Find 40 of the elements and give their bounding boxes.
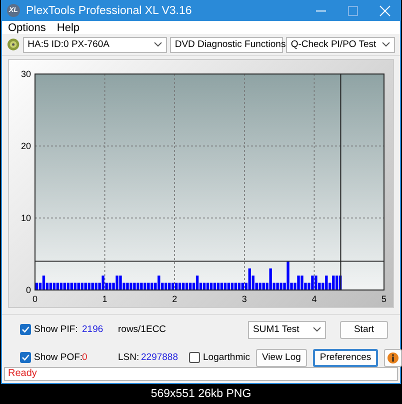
y-tick-label: 0 (26, 284, 31, 295)
close-button[interactable] (379, 4, 391, 17)
mode-dropdown[interactable]: SUM1 Test (248, 320, 326, 339)
info-icon (387, 352, 400, 364)
x-tick-label: 4 (312, 294, 317, 304)
caret-icon (382, 42, 390, 48)
y-tick-label: 30 (20, 68, 31, 79)
x-tick-label: 1 (102, 294, 108, 304)
x-tick-label: 3 (242, 294, 247, 304)
lsn-label: LSN: (118, 352, 140, 364)
checkbox[interactable] (20, 324, 31, 336)
test-dropdown[interactable]: Q-Check PI/PO Test (286, 36, 395, 53)
pof-value: 0 (82, 352, 88, 364)
x-tick-label: 2 (172, 294, 178, 304)
menu-item[interactable]: Options (8, 22, 46, 34)
status-bar: Ready (4, 366, 398, 381)
checkbox-label: Show PIF: (34, 324, 78, 336)
x-tick-label: 0 (32, 294, 38, 304)
lsn-value: 2297888 (141, 352, 179, 364)
menu-item[interactable]: Help (56, 22, 80, 34)
checkbox[interactable] (189, 352, 200, 364)
y-tick-label: 10 (20, 212, 31, 223)
drive-dropdown[interactable]: HA:5 ID:0 PX-760A (22, 36, 167, 53)
function-dropdown[interactable]: DVD Diagnostic Functions (170, 36, 283, 53)
image-caption: 569x551 26kb PNG (150, 388, 252, 400)
start-button[interactable]: Start (340, 320, 388, 339)
checkbox[interactable] (20, 352, 31, 364)
view-log-button[interactable]: View Log (256, 348, 307, 367)
disc-icon (7, 38, 20, 52)
caret-icon (154, 42, 162, 48)
unit-label: rows/1ECC (118, 324, 168, 336)
checkbox-label: Logarthmic (203, 352, 250, 364)
pif-value: 2196 (82, 324, 104, 336)
window-title: PlexTools Professional XL V3.16 (26, 4, 193, 17)
y-tick-label: 20 (20, 140, 31, 151)
checkbox-label: Show POF: (34, 352, 83, 364)
x-tick-label: 5 (382, 294, 386, 304)
info-button[interactable] (384, 348, 402, 367)
caret-icon (313, 327, 321, 332)
preferences-button[interactable]: Preferences (312, 348, 378, 367)
